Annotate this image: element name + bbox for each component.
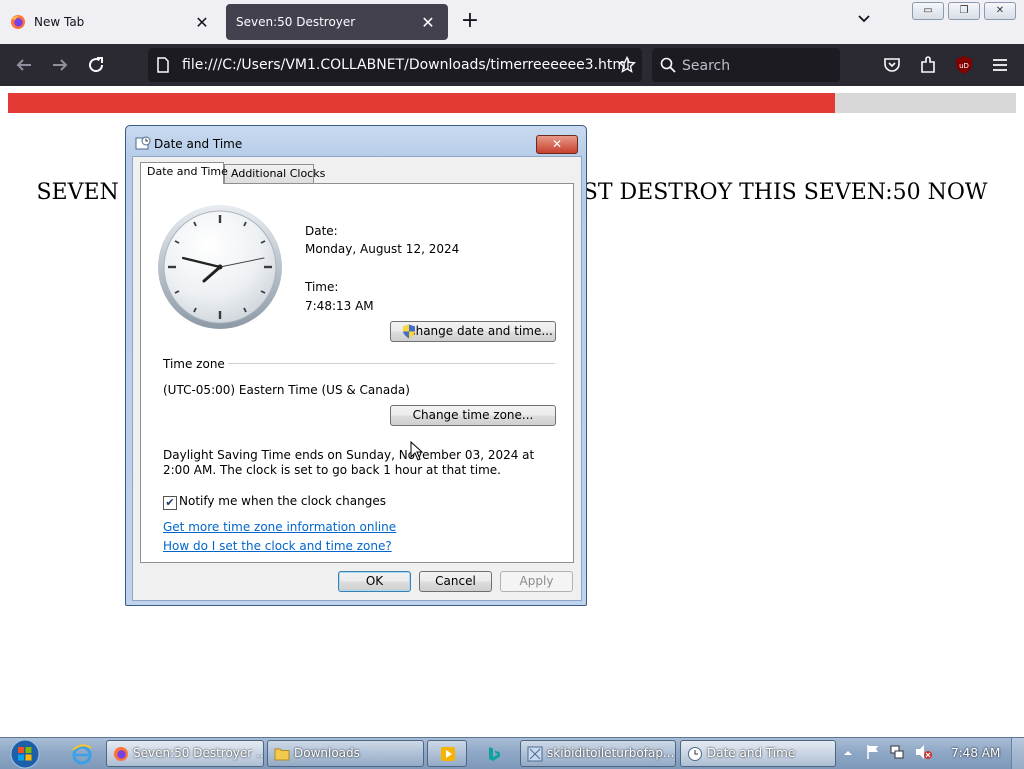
search-placeholder: Search (682, 58, 731, 74)
minimize-button[interactable]: ▭ (912, 2, 944, 20)
date-value: Monday, August 12, 2024 (305, 242, 460, 256)
change-date-time-button[interactable]: Change date and time... (390, 321, 556, 342)
notify-label: Notify me when the clock changes (179, 494, 386, 508)
browser-nav-bar: file:///C:/Users/VM1.COLLABNET/Downloads… (0, 44, 1024, 86)
reload-icon[interactable] (84, 53, 108, 77)
taskbar-bing[interactable] (470, 740, 516, 767)
hamburger-menu-icon[interactable] (990, 55, 1010, 75)
dialog-close-button[interactable]: ✕ (536, 135, 578, 154)
windows-taskbar: Seven:50 Destroyer ... Downloads skibidi… (0, 737, 1024, 769)
bookmark-star-icon[interactable] (618, 56, 636, 74)
taskbar-clock[interactable]: 7:48 AM (951, 746, 1000, 760)
taskbar-date-and-time[interactable]: Date and Time (680, 740, 836, 767)
extensions-icon[interactable] (918, 55, 938, 75)
time-label: Time: (305, 280, 339, 294)
network-icon[interactable] (889, 744, 905, 760)
tab-seven-50-destroyer[interactable]: Seven:50 Destroyer ✕ (226, 4, 448, 40)
tab-close-icon[interactable]: ✕ (192, 13, 212, 32)
taskbar-media-player[interactable] (427, 740, 467, 767)
how-to-set-clock-link[interactable]: How do I set the clock and time zone? (163, 539, 392, 553)
search-icon (660, 57, 676, 73)
url-bar[interactable]: file:///C:/Users/VM1.COLLABNET/Downloads… (148, 48, 642, 82)
uac-shield-icon (403, 324, 415, 339)
date-time-panel: Date: Monday, August 12, 2024 Time: 7:48… (140, 183, 574, 563)
date-time-dialog: Date and Time ✕ Date and Time Additional… (125, 125, 587, 606)
list-all-tabs-button[interactable] (852, 10, 876, 34)
media-player-icon (441, 747, 455, 761)
change-date-time-label: Change date and time... (407, 324, 553, 338)
change-timezone-button[interactable]: Change time zone... (390, 405, 556, 426)
bing-icon (489, 747, 500, 761)
timer-progress-bar (8, 93, 1016, 113)
show-hidden-icons-icon[interactable] (843, 748, 853, 758)
taskbar-label: Downloads (294, 746, 360, 760)
restore-button[interactable]: ❐ (948, 2, 980, 20)
action-center-flag-icon[interactable] (865, 744, 881, 760)
taskbar-label: skibiditoileturbofap... (547, 746, 675, 760)
tab-title: New Tab (34, 15, 85, 29)
time-value: 7:48:13 AM (305, 299, 374, 313)
shield-icon: uD (956, 56, 972, 74)
url-text: file:///C:/Users/VM1.COLLABNET/Downloads… (182, 57, 630, 73)
taskbar-skibidi-app[interactable]: skibiditoileturbofap... (520, 740, 676, 767)
chevron-down-icon (858, 15, 870, 23)
dst-info-text: Daylight Saving Time ends on Sunday, Nov… (163, 448, 535, 477)
tab-date-and-time[interactable]: Date and Time (140, 162, 228, 184)
apply-button[interactable]: Apply (500, 571, 573, 592)
search-input[interactable]: Search (652, 48, 840, 82)
timezone-divider (228, 363, 555, 364)
pocket-icon[interactable] (882, 55, 902, 75)
dialog-client-area: Date and Time Additional Clocks Date: Mo… (132, 156, 582, 601)
date-label: Date: (305, 224, 338, 238)
tab-additional-clocks[interactable]: Additional Clocks (224, 164, 325, 184)
tab-title: Seven:50 Destroyer (236, 15, 356, 29)
new-tab-button[interactable]: + (458, 9, 482, 33)
taskbar-firefox[interactable]: Seven:50 Destroyer ... (106, 740, 264, 767)
more-timezone-info-link[interactable]: Get more time zone information online (163, 520, 396, 534)
taskbar-label: Date and Time (707, 746, 796, 760)
start-orb-icon[interactable] (6, 738, 44, 769)
notify-checkbox[interactable]: ✔ (163, 496, 177, 510)
firefox-icon (11, 15, 25, 29)
clock-icon (688, 747, 702, 761)
back-arrow-icon[interactable] (12, 53, 36, 77)
firefox-icon (114, 747, 128, 761)
analog-clock-icon (158, 205, 282, 329)
tab-close-icon[interactable]: ✕ (418, 13, 438, 32)
page-icon (157, 57, 169, 73)
tab-new-tab[interactable]: New Tab ✕ (0, 4, 222, 40)
forward-arrow-icon[interactable] (48, 53, 72, 77)
close-window-button[interactable]: ✕ (984, 2, 1016, 20)
ublock-origin-icon[interactable]: uD (954, 55, 974, 75)
browser-tab-bar: New Tab ✕ Seven:50 Destroyer ✕ + ▭ ❐ ✕ (0, 0, 1024, 44)
headline-left: SEVEN (36, 180, 119, 205)
date-time-icon (135, 136, 151, 150)
timer-progress-fill (8, 93, 835, 113)
volume-muted-icon[interactable] (915, 744, 933, 760)
internet-explorer-icon[interactable] (70, 742, 94, 766)
timezone-value: (UTC-05:00) Eastern Time (US & Canada) (163, 383, 410, 397)
dialog-title: Date and Time (154, 137, 243, 151)
show-desktop-button[interactable] (1011, 738, 1024, 769)
app-icon (527, 746, 543, 762)
mouse-cursor-icon (410, 441, 424, 461)
window-controls: ▭ ❐ ✕ (912, 2, 1016, 20)
taskbar-downloads[interactable]: Downloads (267, 740, 424, 767)
ok-button[interactable]: OK (338, 571, 411, 592)
taskbar-label: Seven:50 Destroyer ... (133, 746, 264, 760)
headline-right: ST DESTROY THIS SEVEN:50 NOW (582, 180, 988, 205)
timezone-heading: Time zone (163, 357, 225, 371)
svg-text:uD: uD (959, 62, 969, 70)
cancel-button[interactable]: Cancel (419, 571, 492, 592)
folder-icon (274, 748, 290, 761)
